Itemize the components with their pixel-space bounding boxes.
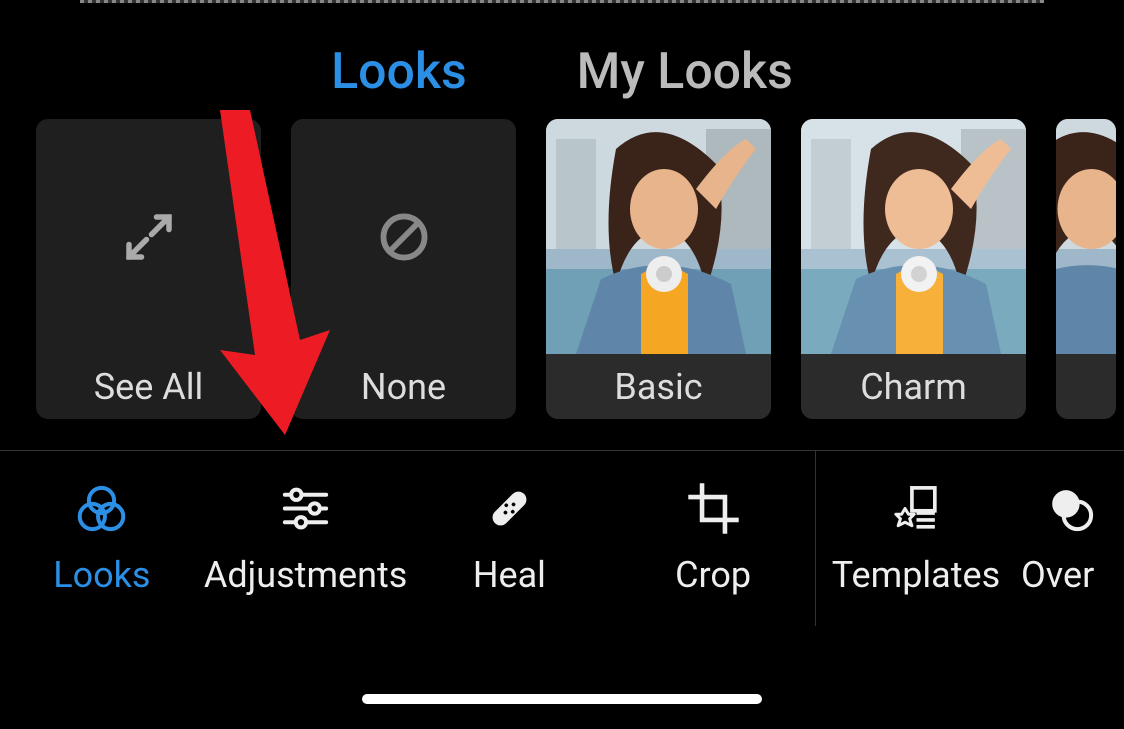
overlays-icon	[1043, 481, 1098, 536]
tab-looks[interactable]: Looks	[331, 43, 467, 101]
tool-templates[interactable]: Templates	[816, 451, 1016, 626]
sliders-icon	[278, 481, 333, 536]
tool-label: Looks	[53, 554, 150, 596]
looks-tabbar: Looks My Looks	[0, 5, 1124, 101]
tool-label: Heal	[473, 554, 546, 596]
look-thumbnail	[801, 119, 1026, 354]
look-label	[1056, 354, 1116, 419]
tool-label: Adjustments	[204, 554, 408, 596]
crop-icon	[686, 481, 741, 536]
look-next-partial[interactable]	[1056, 119, 1116, 419]
image-preview	[0, 0, 1124, 5]
tab-my-looks[interactable]: My Looks	[577, 43, 793, 101]
tool-crop[interactable]: Crop	[611, 451, 815, 626]
look-none[interactable]: None	[291, 119, 516, 419]
look-thumbnail	[1056, 119, 1116, 354]
tool-overlays[interactable]: Over	[1016, 451, 1124, 626]
tool-label: Templates	[832, 554, 1000, 596]
prohibit-icon	[375, 208, 433, 266]
look-label: Basic	[546, 354, 771, 419]
tool-looks[interactable]: Looks	[0, 451, 204, 626]
expand-icon	[119, 207, 179, 267]
look-thumbnail	[546, 119, 771, 354]
look-see-all[interactable]: See All	[36, 119, 261, 419]
venn-icon	[74, 481, 129, 536]
looks-carousel[interactable]: See All None	[0, 101, 1124, 419]
tool-label: Over	[1011, 554, 1124, 596]
look-basic[interactable]: Basic	[546, 119, 771, 419]
look-label: Charm	[801, 354, 1026, 419]
tool-heal[interactable]: Heal	[408, 451, 612, 626]
home-indicator	[362, 694, 762, 704]
bottom-toolbar: Looks Adjustments	[0, 450, 1124, 626]
look-label: See All	[36, 354, 261, 419]
bandaid-icon	[482, 481, 537, 536]
tool-label: Crop	[675, 554, 751, 596]
tool-adjustments[interactable]: Adjustments	[204, 451, 408, 626]
look-label: None	[291, 354, 516, 419]
templates-icon	[889, 481, 944, 536]
look-charm[interactable]: Charm	[801, 119, 1026, 419]
